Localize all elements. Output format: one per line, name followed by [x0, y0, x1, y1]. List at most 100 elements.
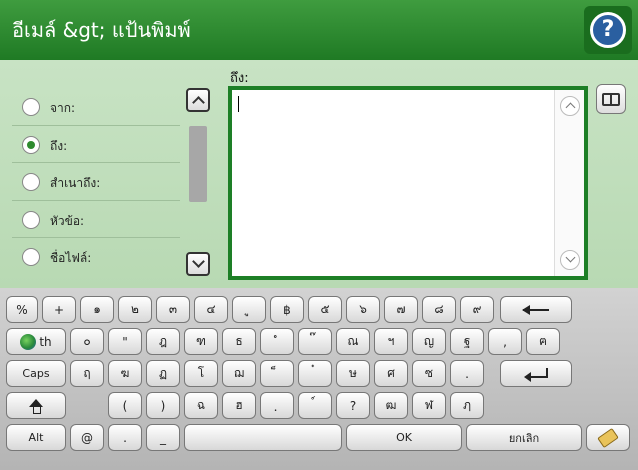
key-thai-paiyannoi[interactable]: ฯ [374, 328, 408, 355]
key-percent[interactable]: % [6, 296, 38, 323]
field-row-subject[interactable]: หัวข้อ: [12, 201, 180, 239]
shift-key[interactable] [6, 392, 66, 419]
key-plus[interactable]: + [42, 296, 76, 323]
chevron-down-icon [565, 252, 576, 263]
key-thai-0[interactable]: ๐ [70, 328, 104, 355]
key-thai-ho-nokhuk[interactable]: ฮ [222, 392, 256, 419]
key-thai-to-patak[interactable]: ฏ [146, 360, 180, 387]
key-thai-ru[interactable]: ฤ [70, 360, 104, 387]
key-thai-lo-chula[interactable]: ฬ [412, 392, 446, 419]
radio-filename[interactable] [22, 248, 40, 267]
key-thai-yo-ying[interactable]: ญ [412, 328, 446, 355]
chevron-up-icon [192, 96, 205, 109]
fields-scrollbar[interactable] [186, 88, 210, 276]
radio-subject[interactable] [22, 210, 40, 229]
scroll-thumb[interactable] [189, 126, 207, 202]
clear-key[interactable] [586, 424, 630, 451]
to-input-box[interactable] [228, 86, 588, 280]
key-thai-u[interactable]: ู [232, 296, 266, 323]
ok-button[interactable]: OK [346, 424, 462, 451]
help-button[interactable]: ? [584, 6, 632, 54]
key-dot[interactable]: . [108, 424, 142, 451]
on-screen-keyboard: % + ๑ ๒ ๓ ๔ ู ฿ ๕ ๖ ๗ ๘ ๙ th ๐ " ฎ ฑ ธ ํ… [0, 288, 638, 470]
key-thai-4[interactable]: ๔ [194, 296, 228, 323]
key-thai-sara-o[interactable]: โ [184, 360, 218, 387]
key-thai-tho-phuthao[interactable]: ฒ [374, 392, 408, 419]
key-thai-so-rusi[interactable]: ษ [336, 360, 370, 387]
key-thai-tho-thong[interactable]: ธ [222, 328, 256, 355]
language-key[interactable]: th [6, 328, 66, 355]
key-thai-5[interactable]: ๕ [308, 296, 342, 323]
key-thai-9[interactable]: ๙ [460, 296, 494, 323]
address-book-button[interactable] [596, 84, 626, 114]
key-thai-7[interactable]: ๗ [384, 296, 418, 323]
key-comma[interactable]: , [488, 328, 522, 355]
field-row-filename[interactable]: ชื่อไฟล์: [12, 238, 180, 276]
field-row-from[interactable]: จาก: [12, 88, 180, 126]
key-underscore[interactable]: _ [146, 424, 180, 451]
to-box-scroll-down-button[interactable] [560, 250, 580, 270]
key-thai-mai-chattawa[interactable]: ๋ [298, 360, 332, 387]
field-label-filename: ชื่อไฟล์: [50, 251, 92, 266]
key-thai-thanthakhat[interactable]: ์ [298, 392, 332, 419]
backspace-icon [522, 304, 549, 315]
key-thai-nikhahit[interactable]: ํ [260, 328, 294, 355]
key-thai-so-sala[interactable]: ศ [374, 360, 408, 387]
field-label-cc: สำเนาถึง: [50, 176, 101, 191]
key-thai-kho-khon[interactable]: ฅ [526, 328, 560, 355]
title-bar: อีเมล์ &gt; แป้นพิมพ์ ? [0, 0, 638, 60]
email-fields-list: จาก: ถึง: สำเนาถึง: หัวข้อ: ชื่อไฟล์: [12, 88, 180, 276]
key-thai-1[interactable]: ๑ [80, 296, 114, 323]
shift-icon [29, 398, 43, 414]
language-key-label: th [39, 334, 52, 349]
radio-from[interactable] [22, 98, 40, 116]
field-row-cc[interactable]: สำเนาถึง: [12, 163, 180, 201]
key-close-paren[interactable]: ) [146, 392, 180, 419]
key-thai-2[interactable]: ๒ [118, 296, 152, 323]
key-open-paren[interactable]: ( [108, 392, 142, 419]
radio-cc[interactable] [22, 173, 40, 192]
scroll-up-button[interactable] [186, 88, 210, 112]
globe-icon [20, 333, 37, 350]
field-label-subject: หัวข้อ: [50, 213, 85, 228]
backspace-key[interactable] [500, 296, 572, 323]
enter-icon [524, 367, 548, 382]
key-quote[interactable]: " [108, 328, 142, 355]
key-thai-phinthu[interactable]: ฺ [260, 392, 294, 419]
key-baht[interactable]: ฿ [270, 296, 304, 323]
chevron-up-icon [565, 102, 576, 113]
caps-key[interactable]: Caps [6, 360, 66, 387]
key-thai-mai-tri[interactable]: ๊ [298, 328, 332, 355]
scroll-down-button[interactable] [186, 252, 210, 276]
key-thai-kho-rakhang[interactable]: ฆ [108, 360, 142, 387]
help-icon: ? [590, 12, 626, 48]
field-label-to: ถึง: [50, 138, 68, 153]
to-field-label: ถึง: [230, 71, 249, 86]
key-thai-tho-than[interactable]: ฐ [450, 328, 484, 355]
cancel-button[interactable]: ยกเลิก [466, 424, 582, 451]
text-caret [238, 96, 239, 112]
key-thai-8[interactable]: ๘ [422, 296, 456, 323]
key-period[interactable]: . [450, 360, 484, 387]
alt-key[interactable]: Alt [6, 424, 66, 451]
key-thai-do-chada[interactable]: ฎ [146, 328, 180, 355]
key-thai-lu[interactable]: ฦ [450, 392, 484, 419]
key-thai-no-nen[interactable]: ณ [336, 328, 370, 355]
page-title: อีเมล์ &gt; แป้นพิมพ์ [12, 18, 191, 42]
field-row-to[interactable]: ถึง: [12, 126, 180, 164]
space-key[interactable] [184, 424, 342, 451]
key-question[interactable]: ? [336, 392, 370, 419]
key-at[interactable]: @ [70, 424, 104, 451]
key-thai-tho-nangmontho[interactable]: ฑ [184, 328, 218, 355]
to-box-scrollbar[interactable] [554, 90, 584, 276]
key-thai-3[interactable]: ๓ [156, 296, 190, 323]
radio-to[interactable] [22, 135, 40, 154]
chevron-down-icon [192, 255, 205, 268]
key-thai-cho-ching[interactable]: ฉ [184, 392, 218, 419]
to-box-scroll-up-button[interactable] [560, 96, 580, 116]
key-thai-maitaikhu[interactable]: ็ [260, 360, 294, 387]
key-thai-so-so[interactable]: ซ [412, 360, 446, 387]
key-thai-cho-choe[interactable]: ฌ [222, 360, 256, 387]
key-thai-6[interactable]: ๖ [346, 296, 380, 323]
enter-key[interactable] [500, 360, 572, 387]
